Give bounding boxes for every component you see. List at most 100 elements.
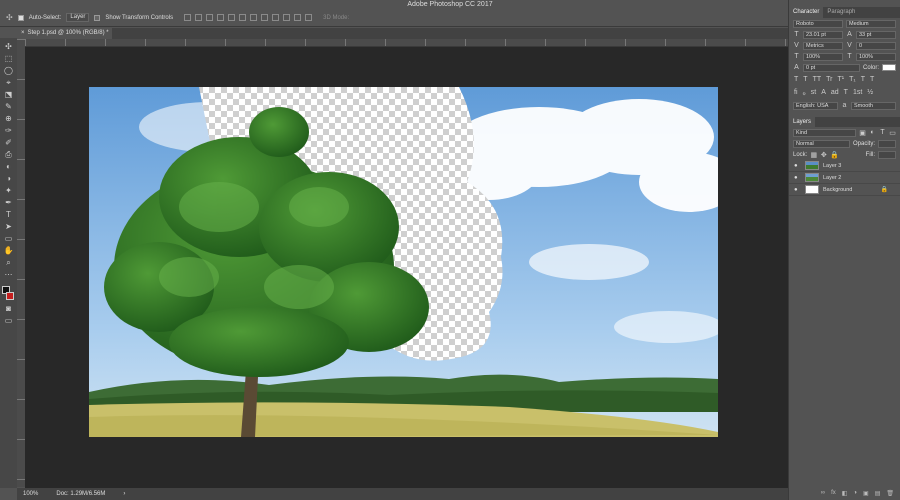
tool-eraser-icon[interactable]: ◐ — [3, 162, 14, 172]
stylistic-alt-icon[interactable]: ad — [831, 89, 839, 97]
quick-mask-icon[interactable]: ◙ — [3, 304, 14, 314]
filter-shape-icon[interactable]: ▭ — [889, 129, 896, 137]
tool-healing-icon[interactable]: ⊕ — [3, 114, 14, 124]
layer-style-icon[interactable]: fx — [831, 490, 836, 496]
horizontal-scale-field[interactable]: 100% — [856, 52, 896, 61]
tool-move-icon[interactable]: ✣ — [3, 42, 14, 52]
new-layer-icon[interactable]: ▤ — [875, 490, 881, 497]
vertical-ruler[interactable] — [17, 39, 25, 487]
blend-mode-field[interactable]: Normal — [793, 139, 850, 148]
visibility-eye-icon[interactable]: ● — [794, 175, 801, 181]
layer-name[interactable]: Layer 2 — [823, 175, 841, 181]
antialias-field[interactable]: Smooth — [851, 101, 896, 110]
leading-field[interactable]: 33 pt — [856, 30, 896, 39]
document-canvas[interactable] — [89, 87, 718, 437]
tool-quick-select-icon[interactable]: ⌖ — [3, 78, 14, 88]
layer-row[interactable]: ● Background 🔒 — [789, 184, 900, 196]
distribute-middle-icon[interactable] — [261, 14, 269, 21]
strikethrough-icon[interactable]: T — [870, 76, 874, 83]
tool-hand-icon[interactable]: ✋ — [3, 246, 14, 256]
underline-icon[interactable]: T — [861, 76, 865, 83]
distribute-center-icon[interactable] — [294, 14, 302, 21]
delete-layer-icon[interactable]: 🗑 — [886, 490, 894, 497]
color-swatches[interactable] — [2, 286, 15, 302]
ordinals-icon[interactable]: 1st — [853, 89, 862, 97]
tool-lasso-icon[interactable]: ◯ — [3, 66, 14, 76]
lock-pixels-icon[interactable]: ▦ — [810, 151, 818, 159]
move-tool-icon[interactable]: ✣ — [6, 13, 13, 23]
swash-icon[interactable]: A — [821, 89, 826, 97]
align-right-icon[interactable] — [239, 14, 247, 21]
language-field[interactable]: English: USA — [793, 101, 838, 110]
screen-mode-icon[interactable]: ▭ — [3, 316, 14, 326]
distribute-right-icon[interactable] — [305, 14, 313, 21]
horizontal-ruler[interactable] — [25, 39, 788, 47]
tool-type-icon[interactable]: T — [3, 210, 14, 220]
layer-filter-field[interactable]: Kind — [793, 128, 856, 137]
text-color-swatch[interactable] — [882, 64, 896, 71]
align-top-icon[interactable] — [184, 14, 192, 21]
fill-field[interactable] — [878, 150, 896, 159]
layer-row[interactable]: ● Layer 2 — [789, 172, 900, 184]
tab-character[interactable]: Character — [789, 7, 824, 18]
opacity-field[interactable] — [878, 139, 896, 148]
tool-crop-icon[interactable]: ⬔ — [3, 90, 14, 100]
distribute-top-icon[interactable] — [250, 14, 258, 21]
add-mask-icon[interactable]: ◧ — [842, 490, 848, 497]
tracking-field[interactable]: 0 — [856, 41, 896, 50]
new-group-icon[interactable]: ▣ — [863, 490, 869, 497]
baseline-shift-field[interactable]: 0 pt — [803, 63, 860, 72]
filter-adjust-icon[interactable]: ◐ — [869, 129, 876, 136]
filter-pixel-icon[interactable]: ▣ — [859, 129, 866, 137]
all-caps-icon[interactable]: TT — [813, 76, 822, 83]
tool-more-icon[interactable]: ⋯ — [3, 270, 14, 280]
adjustment-layer-icon[interactable]: ◑ — [853, 490, 857, 496]
tool-gradient-icon[interactable]: ◑ — [3, 174, 14, 184]
tool-history-brush-icon[interactable]: ⎙ — [3, 150, 14, 160]
small-caps-icon[interactable]: Tr — [826, 76, 832, 83]
font-family-field[interactable]: Roboto — [793, 19, 843, 28]
background-color-swatch[interactable] — [6, 292, 14, 300]
transform-controls-checkbox[interactable] — [94, 14, 101, 21]
align-left-icon[interactable] — [217, 14, 225, 21]
canvas-area[interactable] — [25, 47, 788, 488]
tool-clone-stamp-icon[interactable]: ✐ — [3, 138, 14, 148]
tool-marquee-icon[interactable]: ⬚ — [3, 54, 14, 64]
tool-brush-icon[interactable]: ✑ — [3, 126, 14, 136]
tab-layers[interactable]: Layers — [789, 117, 816, 127]
distribute-left-icon[interactable] — [283, 14, 291, 21]
align-middle-icon[interactable] — [195, 14, 203, 21]
vertical-scale-field[interactable]: 100% — [803, 52, 843, 61]
align-center-icon[interactable] — [228, 14, 236, 21]
visibility-eye-icon[interactable]: ● — [794, 163, 801, 169]
contextual-alt-icon[interactable]: ℴ — [803, 89, 806, 97]
subscript-icon[interactable]: T₁ — [849, 76, 856, 83]
auto-select-dropdown[interactable]: Layer — [66, 13, 90, 22]
titling-alt-icon[interactable]: T — [844, 89, 848, 97]
filter-type-icon[interactable]: T — [879, 129, 886, 136]
layer-name[interactable]: Layer 3 — [823, 163, 841, 169]
document-tab[interactable]: × Step 1.psd @ 100% (RGB/8) * — [17, 28, 112, 39]
layer-name[interactable]: Background — [823, 187, 852, 193]
ligatures-icon[interactable]: fi — [794, 89, 798, 97]
link-layers-icon[interactable]: ∞ — [821, 490, 825, 496]
tool-rectangle-icon[interactable]: ▭ — [3, 234, 14, 244]
font-size-field[interactable]: 23.01 pt — [803, 30, 843, 39]
tool-path-select-icon[interactable]: ➤ — [3, 222, 14, 232]
close-tab-icon[interactable]: × — [21, 28, 25, 39]
discretionary-lig-icon[interactable]: st — [811, 89, 816, 97]
visibility-eye-icon[interactable]: ● — [794, 187, 801, 193]
kerning-field[interactable]: Metrics — [803, 41, 843, 50]
faux-bold-icon[interactable]: T — [794, 76, 798, 83]
layer-row[interactable]: ● Layer 3 — [789, 160, 900, 172]
font-style-field[interactable]: Medium — [846, 19, 896, 28]
status-arrow-icon[interactable]: › — [123, 491, 125, 497]
tool-zoom-icon[interactable]: ⌕ — [3, 258, 14, 268]
zoom-level[interactable]: 100% — [23, 491, 38, 497]
tool-eyedropper-icon[interactable]: ✎ — [3, 102, 14, 112]
tool-dodge-icon[interactable]: ✦ — [3, 186, 14, 196]
distribute-bottom-icon[interactable] — [272, 14, 280, 21]
superscript-icon[interactable]: T¹ — [837, 76, 844, 83]
tab-paragraph[interactable]: Paragraph — [823, 7, 859, 18]
auto-select-checkbox[interactable] — [17, 14, 24, 21]
